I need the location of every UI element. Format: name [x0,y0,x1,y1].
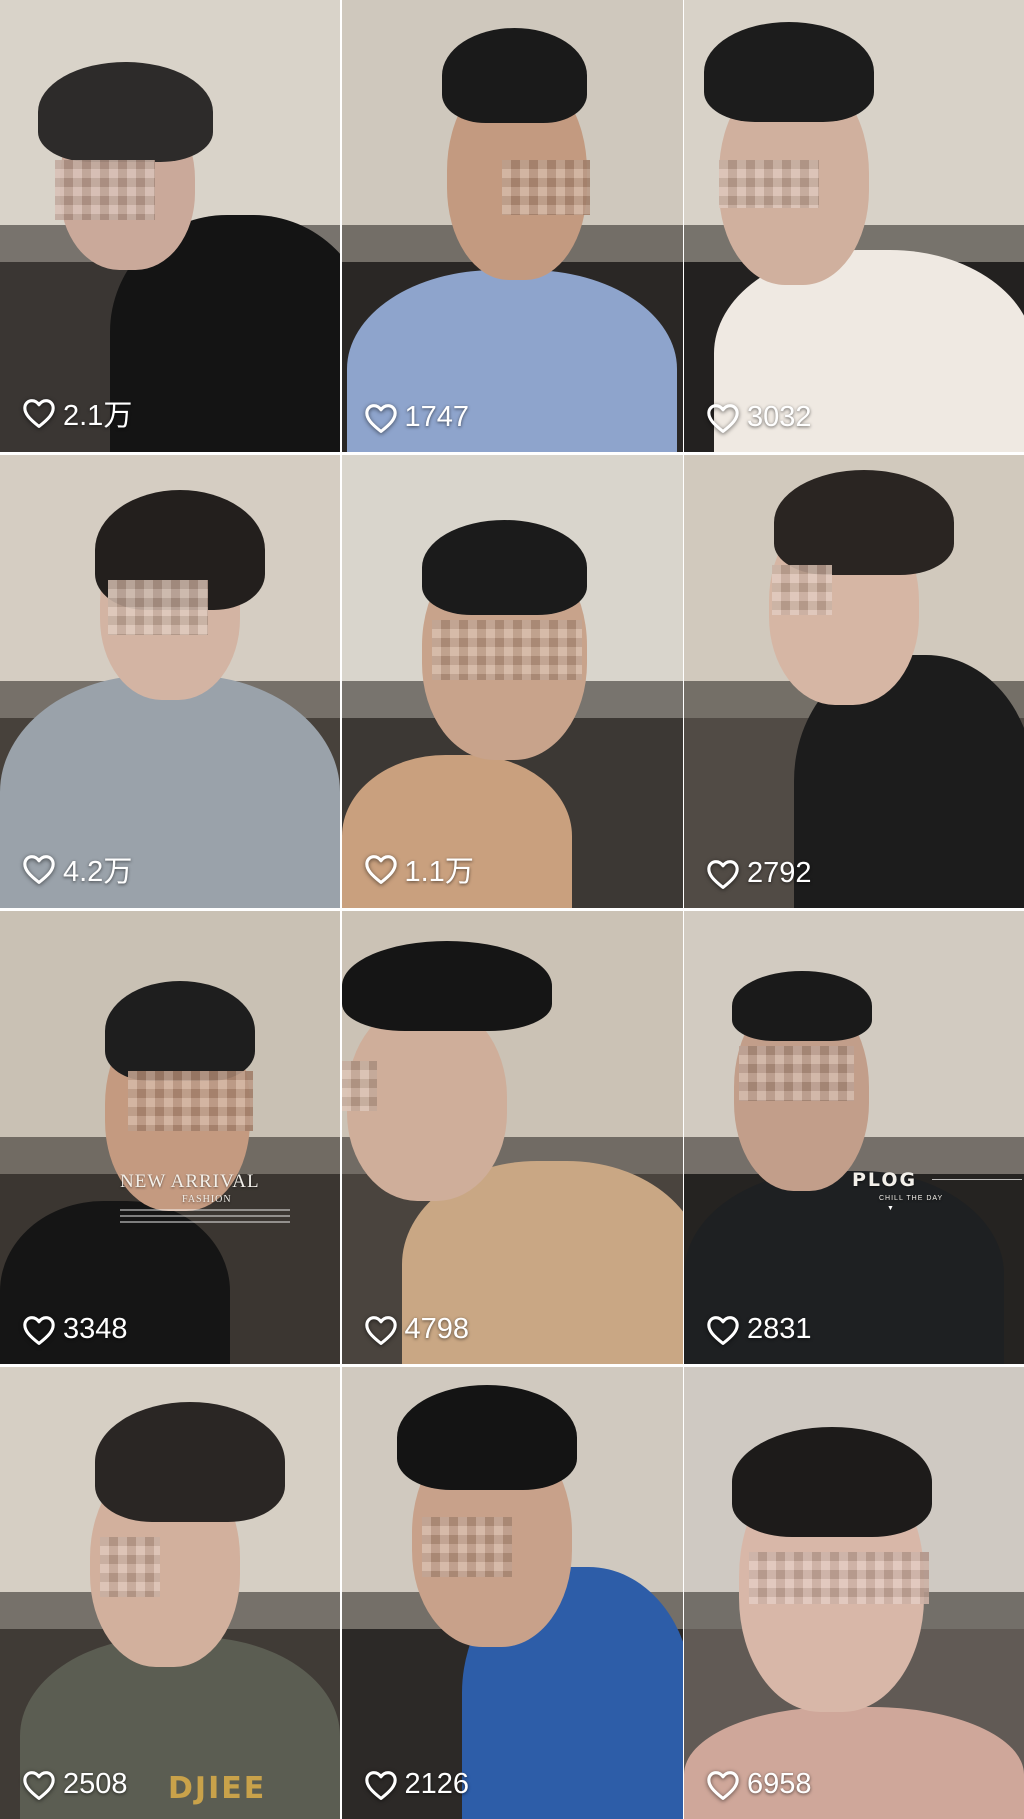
overlay-subtitle: FASHION [182,1194,232,1205]
face-mosaic [128,1071,253,1131]
heart-outline-icon [364,403,397,433]
like-count: 2792 [706,857,812,890]
overlay-divider [932,1179,1022,1180]
face-mosaic [431,620,582,680]
triangle-icon: ▼ [887,1205,894,1212]
face-mosaic [719,160,819,208]
like-count-text: 3032 [747,401,812,433]
face-mosaic [772,565,832,615]
face-mosaic [108,580,208,635]
person-hair [774,470,954,575]
like-count-text: 2.1万 [63,400,133,432]
heart-outline-icon [364,855,397,885]
person-hair [732,971,872,1041]
person-hair [704,22,874,122]
face-mosaic [501,160,590,215]
heart-outline-icon [23,399,55,429]
heart-outline-icon [707,1770,739,1800]
video-thumbnail[interactable]: 4798 [341,911,683,1364]
like-count-text: 4798 [404,1313,470,1345]
like-count: 3348 [22,1313,128,1346]
video-thumbnail[interactable]: 1747 [341,0,683,452]
person-hair [38,62,213,162]
video-thumbnail[interactable]: 4.2万 [0,455,340,908]
video-thumbnail[interactable]: DJIEE 2508 [0,1367,340,1819]
like-count-text: 3348 [63,1313,128,1345]
like-count-text: 4.2万 [63,856,133,888]
person-hair [396,1385,577,1490]
like-count: 6958 [706,1768,812,1801]
like-count: 2831 [706,1313,812,1346]
video-thumbnail[interactable]: 2792 [684,455,1024,908]
video-thumbnail[interactable]: 2126 [341,1367,683,1819]
shirt-print: DJIEE [168,1771,267,1806]
like-count-text: 1.1万 [404,856,474,888]
heart-outline-icon [364,1315,397,1345]
like-count-text: 2831 [747,1313,812,1345]
person-body [684,1707,1024,1819]
overlay-subtitle: CHILL THE DAY [879,1195,944,1202]
like-count-text: 2792 [747,857,812,889]
heart-outline-icon [23,1315,55,1345]
face-mosaic [421,1517,512,1577]
face-mosaic [100,1537,160,1597]
like-count: 1.1万 [364,848,474,890]
overlay-text-lines [120,1209,290,1227]
face-mosaic [341,1061,377,1111]
face-mosaic [749,1552,929,1604]
face-mosaic [55,160,155,220]
like-count-text: 2508 [63,1768,128,1800]
like-count: 1747 [364,401,470,434]
face-mosaic [739,1046,854,1101]
video-thumbnail[interactable]: PLOG CHILL THE DAY ▼ 2831 [684,911,1024,1364]
like-count-text: 2126 [404,1768,470,1800]
like-count: 2508 [22,1768,128,1801]
heart-outline-icon [707,859,739,889]
like-count: 4.2万 [22,848,132,890]
heart-outline-icon [23,855,55,885]
like-count: 4798 [364,1313,470,1346]
like-count: 2.1万 [22,392,132,434]
video-thumbnail[interactable]: 2.1万 [0,0,340,452]
heart-outline-icon [364,1770,397,1800]
person-hair [341,941,552,1031]
heart-outline-icon [707,403,739,433]
video-thumbnail[interactable]: 6958 [684,1367,1024,1819]
person-hair [732,1427,932,1537]
video-thumbnail[interactable]: 1.1万 [341,455,683,908]
person-hair [421,520,587,615]
like-count-text: 6958 [747,1768,812,1800]
heart-outline-icon [23,1770,55,1800]
like-count: 3032 [706,401,812,434]
person-hair [441,28,587,123]
heart-outline-icon [707,1315,739,1345]
person-hair [95,1402,285,1522]
overlay-title: NEW ARRIVAL [120,1171,260,1192]
like-count-text: 1747 [404,401,470,433]
overlay-title: PLOG [852,1169,918,1191]
video-grid: 2.1万 1747 3032 4.2万 1.1万 2792 NEW ARRIVA… [0,0,1024,1819]
person-hair [105,981,255,1081]
like-count: 2126 [364,1768,470,1801]
video-thumbnail[interactable]: 3032 [684,0,1024,452]
video-thumbnail[interactable]: NEW ARRIVAL FASHION 3348 [0,911,340,1364]
